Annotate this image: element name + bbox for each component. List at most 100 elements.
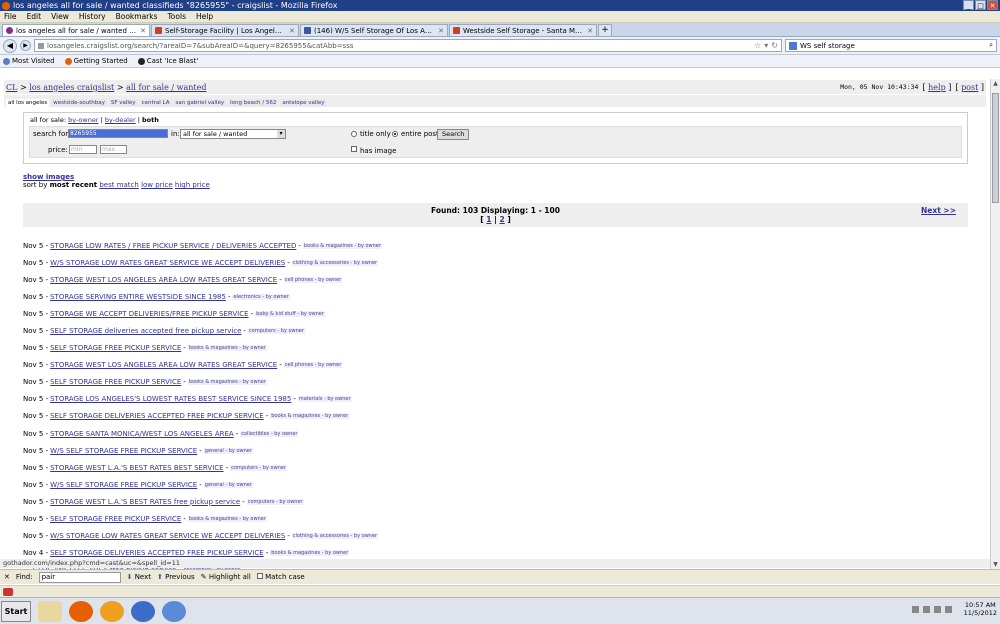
listing-category[interactable]: electronics - by owner — [232, 293, 290, 300]
by-owner-link[interactable]: by-owner — [68, 116, 98, 124]
help-link[interactable]: help — [928, 83, 946, 92]
new-tab-button[interactable]: + — [598, 24, 612, 36]
category-select[interactable]: all for sale / wanted ▾ — [180, 129, 286, 139]
listing-category[interactable]: general - by owner — [203, 481, 253, 488]
sort-high-price-link[interactable]: high price — [175, 181, 210, 189]
maximize-button[interactable]: □ — [975, 0, 986, 10]
listing-title-link[interactable]: SELF STORAGE DELIVERIES ACCEPTED FREE PI… — [50, 412, 264, 420]
subarea-sf-valley[interactable]: SF valley — [108, 99, 138, 107]
subarea-antelope-valley[interactable]: antelope valley — [280, 99, 327, 107]
listing-title-link[interactable]: SELF STORAGE FREE PICKUP SERVICE — [50, 515, 181, 523]
dropdown-arrow-icon[interactable]: ▾ — [764, 41, 768, 50]
tray-volume-icon[interactable] — [934, 606, 941, 613]
adblock-icon[interactable] — [3, 588, 13, 596]
media-player-icon[interactable] — [100, 601, 124, 622]
sort-low-price-link[interactable]: low price — [141, 181, 173, 189]
close-find-icon[interactable]: ✕ — [4, 573, 10, 581]
firefox-taskbar-icon[interactable] — [69, 601, 93, 622]
listing-category[interactable]: books & magazines - by owner — [187, 516, 267, 523]
listing-title-link[interactable]: STORAGE SANTA MONICA/WEST LOS ANGELES AR… — [50, 430, 234, 438]
listing-title-link[interactable]: W/S STORAGE LOW RATES GREAT SERVICE WE A… — [50, 532, 285, 540]
chevron-down-icon[interactable]: ▾ — [277, 130, 285, 138]
bookmark-getting-started[interactable]: Getting Started — [64, 57, 128, 65]
find-next-button[interactable]: ⬇ Next — [127, 573, 151, 581]
listing-title-link[interactable]: W/S SELF STORAGE FREE PICKUP SERVICE — [50, 447, 197, 455]
menu-view[interactable]: View — [51, 12, 69, 21]
listing-category[interactable]: cell phones - by owner — [283, 362, 343, 369]
google-search-engine-icon[interactable] — [789, 41, 797, 50]
tab-westside-self-storage[interactable]: Westside Self Storage - Santa Monica - L… — [449, 24, 597, 36]
messenger-icon[interactable] — [162, 601, 186, 622]
listing-category[interactable]: books & magazines - by owner — [302, 242, 382, 249]
page-1-link[interactable]: 1 — [486, 215, 491, 224]
highlight-all-button[interactable]: ✎ Highlight all — [201, 573, 251, 581]
listing-category[interactable]: materials - by owner — [297, 396, 352, 403]
forward-arrow-icon[interactable]: ▶ — [20, 40, 31, 51]
site-identity-icon[interactable] — [38, 42, 44, 49]
listing-title-link[interactable]: STORAGE WEST L.A.'S BEST RATES BEST SERV… — [50, 464, 224, 472]
listing-category[interactable]: clothing & accessories - by owner — [291, 533, 379, 540]
tab-facebook[interactable]: (146) W/S Self Storage Of Los Angeles ✕ — [300, 24, 448, 36]
checkbox[interactable] — [256, 573, 263, 579]
search-query-input[interactable]: 8265955 — [68, 129, 168, 138]
scroll-down-icon[interactable]: ▼ — [991, 560, 1000, 569]
listing-title-link[interactable]: STORAGE WEST LOS ANGELES AREA LOW RATES … — [50, 276, 277, 284]
title-only-radio[interactable] — [351, 131, 357, 137]
find-previous-button[interactable]: ⬆ Previous — [157, 573, 195, 581]
menu-edit[interactable]: Edit — [27, 12, 42, 21]
listing-title-link[interactable]: SELF STORAGE FREE PICKUP SERVICE — [50, 378, 181, 386]
city-link[interactable]: los angeles craigslist — [29, 83, 114, 92]
url-bar[interactable]: losangeles.craigslist.org/search/?areaID… — [34, 39, 782, 52]
bookmark-star-icon[interactable]: ☆ — [754, 41, 761, 50]
tray-flag-icon[interactable] — [912, 606, 919, 613]
listing-category[interactable]: books & magazines - by owner — [270, 550, 350, 557]
minimize-button[interactable]: _ — [963, 0, 974, 10]
close-tab-icon[interactable]: ✕ — [289, 27, 295, 35]
scrollbar-thumb[interactable] — [992, 93, 999, 203]
close-tab-icon[interactable]: ✕ — [587, 27, 593, 35]
price-min-input[interactable]: min — [69, 145, 97, 154]
tab-craigslist[interactable]: los angeles all for sale / wanted classi… — [2, 24, 150, 36]
subarea-san-gabriel-valley[interactable]: san gabriel valley — [173, 99, 227, 107]
search-button[interactable]: Search — [437, 129, 470, 140]
listing-category[interactable]: computers - by owner — [230, 464, 287, 471]
vertical-scrollbar[interactable]: ▲ ▼ — [990, 79, 1000, 569]
listing-title-link[interactable]: STORAGE SERVING ENTIRE WESTSIDE SINCE 19… — [50, 293, 226, 301]
listing-category[interactable]: baby & kid stuff - by owner — [255, 310, 325, 317]
tab-self-storage-facility[interactable]: Self-Storage Facility | Los Angeles, CA … — [151, 24, 299, 36]
subarea-all-los-angeles[interactable]: all los angeles — [6, 99, 50, 107]
listing-title-link[interactable]: SELF STORAGE FREE PICKUP SERVICE — [50, 344, 181, 352]
listing-title-link[interactable]: SELF STORAGE DELIVERIES ACCEPTED FREE PI… — [50, 549, 264, 557]
subarea-long-beach[interactable]: long beach / 562 — [228, 99, 279, 107]
start-button[interactable]: Start — [1, 601, 31, 622]
listing-category[interactable]: books & magazines - by owner — [187, 379, 267, 386]
clock[interactable]: 10:57 AM 11/5/2012 — [964, 601, 997, 617]
listing-category[interactable]: computers - by owner — [248, 328, 305, 335]
url-text[interactable]: losangeles.craigslist.org/search/?areaID… — [47, 42, 751, 50]
price-max-input[interactable]: max — [100, 145, 127, 154]
listing-category[interactable]: books & magazines - by owner — [270, 413, 350, 420]
menu-file[interactable]: File — [4, 12, 17, 21]
ie-icon[interactable] — [131, 601, 155, 622]
listing-category[interactable]: computers - by owner — [246, 498, 304, 505]
listing-category[interactable]: collectibles - by owner — [240, 430, 299, 437]
listing-title-link[interactable]: W/S STORAGE LOW RATES GREAT SERVICE WE A… — [50, 259, 285, 267]
page-2-link[interactable]: 2 — [499, 215, 504, 224]
bookmark-most-visited[interactable]: Most Visited — [3, 57, 55, 65]
listing-title-link[interactable]: STORAGE LOS ANGELES'S LOWEST RATES BEST … — [50, 395, 291, 403]
sort-best-match-link[interactable]: best match — [99, 181, 139, 189]
listing-category[interactable]: general - by owner — [203, 447, 253, 454]
listing-title-link[interactable]: STORAGE WEST L.A.'S BEST RATES free pick… — [50, 498, 240, 506]
listing-title-link[interactable]: STORAGE LOW RATES / FREE PICKUP SERVICE … — [50, 242, 296, 250]
close-tab-icon[interactable]: ✕ — [438, 27, 444, 35]
subarea-central-la[interactable]: central LA — [139, 99, 172, 107]
search-magnifier-icon[interactable]: ⌕ — [989, 41, 993, 50]
explorer-folder-icon[interactable] — [38, 601, 62, 622]
tray-network-icon[interactable] — [923, 606, 930, 613]
listing-title-link[interactable]: STORAGE WEST LOS ANGELES AREA LOW RATES … — [50, 361, 277, 369]
close-button[interactable]: ✕ — [987, 0, 998, 10]
reload-icon[interactable]: ↻ — [771, 41, 778, 50]
listing-title-link[interactable]: SELF STORAGE deliveries accepted free pi… — [50, 327, 241, 335]
cl-home-link[interactable]: CL — [6, 83, 17, 92]
subarea-westside-southbay[interactable]: westside-southbay — [51, 99, 107, 107]
